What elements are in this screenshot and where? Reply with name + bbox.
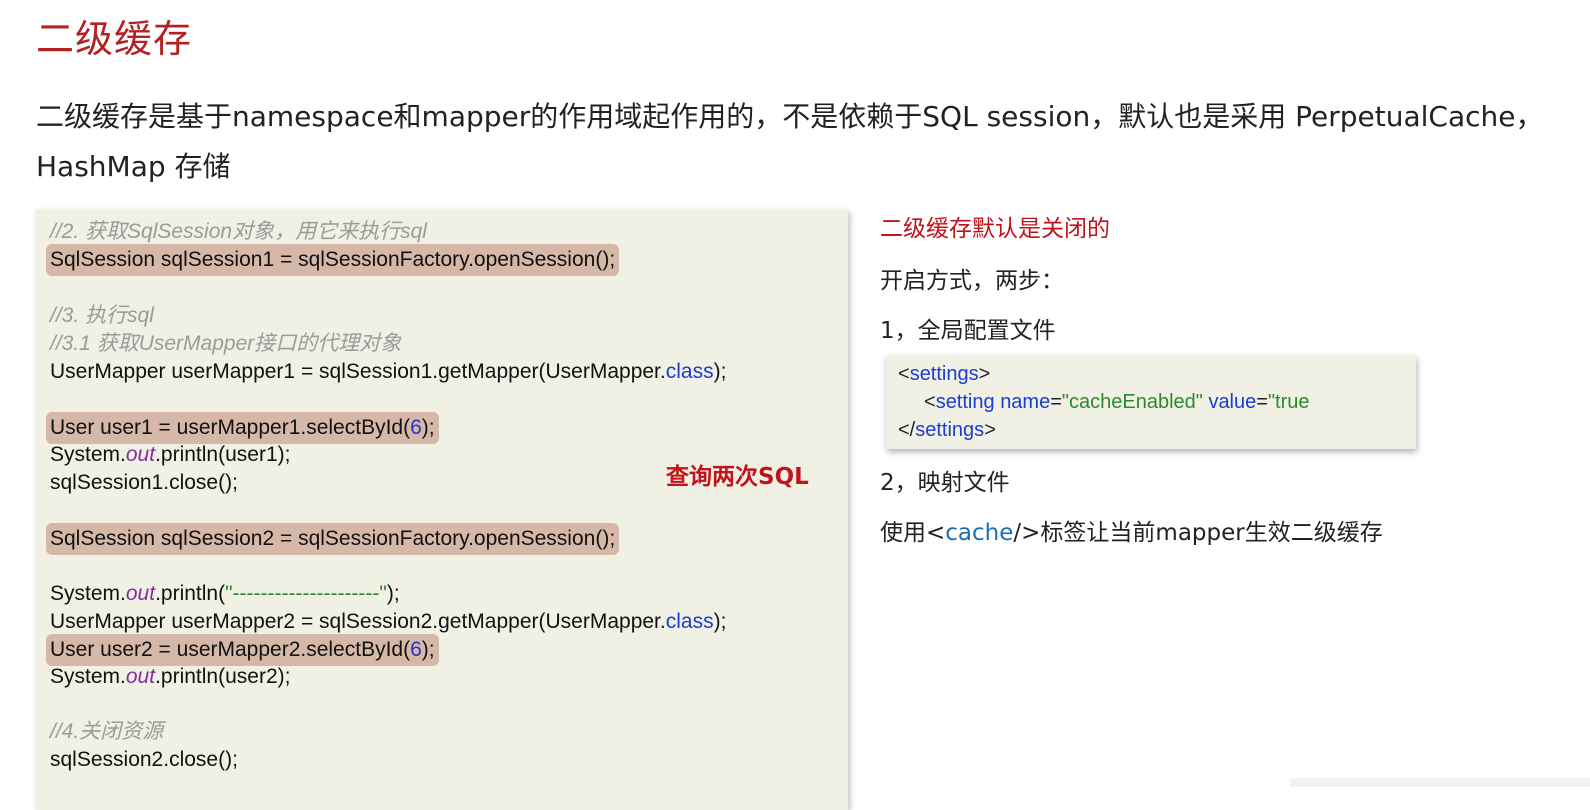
xml-equals: = (1256, 391, 1268, 413)
code-comment: //3.1 获取UserMapper接口的代理对象 (50, 332, 402, 355)
code-comment: //3. 执行sql (50, 304, 154, 327)
code-text: .println(user1); (155, 443, 291, 466)
code-text: ); (713, 360, 727, 383)
usage-suffix: />标签让当前mapper生效二级缓存 (1013, 520, 1383, 546)
code-keyword: class (665, 360, 714, 383)
code-comment: //4.关闭资源 (50, 720, 164, 743)
bottom-strip (1290, 778, 1590, 787)
code-text: UserMapper userMapper1 = sqlSession1.get… (50, 360, 666, 383)
code-text: User user2 = userMapper2.selectById( (50, 638, 411, 661)
section-heading: 二级缓存默认是关闭的 (880, 216, 1110, 242)
usage-text: 使用<cache/>标签让当前mapper生效二级缓存 (880, 513, 1383, 547)
code-comment: //2. 获取SqlSession对象，用它来执行sql (50, 220, 427, 243)
xml-attr: name (1000, 391, 1051, 413)
xml-attr: value (1208, 391, 1257, 413)
xml-value: "cacheEnabled" (1061, 391, 1203, 413)
code-number: 6 (410, 416, 422, 439)
code-line: sqlSession1.close(); (50, 471, 238, 494)
intro-text: 二级缓存是基于namespace和mapper的作用域起作用的，不是依赖于SQL… (36, 100, 1544, 183)
code-text: System. (50, 665, 126, 688)
code-string: "---------------------" (225, 582, 387, 605)
code-text: .println(user2); (155, 665, 291, 688)
code-line-highlighted: SqlSession sqlSession1 = sqlSessionFacto… (46, 244, 620, 276)
page-title: 二级缓存 (36, 17, 193, 61)
code-text: User user1 = userMapper1.selectById( (50, 416, 411, 439)
code-line: UserMapper userMapper1 = sqlSession1.get… (50, 358, 726, 386)
xml-bracket: < (924, 391, 936, 413)
xml-line: <setting name="cacheEnabled" value="true (924, 391, 1310, 414)
code-text: System. (50, 443, 126, 466)
xml-bracket: < (898, 363, 910, 385)
annotation-note: 查询两次SQL (666, 464, 809, 490)
xml-bracket: > (978, 363, 991, 385)
code-text: ); (713, 610, 727, 633)
code-keyword: out (125, 443, 156, 466)
code-line-highlighted: User user2 = userMapper2.selectById(6); (46, 634, 439, 666)
xml-equals: = (1050, 391, 1062, 413)
xml-value: "true (1267, 391, 1310, 413)
xml-tag: settings (915, 419, 985, 441)
code-line: System.out.println("--------------------… (50, 580, 400, 608)
code-text: ); (421, 638, 435, 661)
code-number: 6 (410, 638, 422, 661)
code-line-highlighted: SqlSession sqlSession2 = sqlSessionFacto… (46, 523, 620, 555)
code-line: System.out.println(user1); (50, 441, 290, 469)
step-one: 1，全局配置文件 (880, 318, 1056, 344)
step-intro: 开启方式，两步： (880, 268, 1064, 294)
code-line: UserMapper userMapper2 = sqlSession2.get… (50, 608, 726, 636)
code-text: UserMapper userMapper2 = sqlSession2.get… (50, 610, 666, 633)
step-two: 2，映射文件 (880, 470, 1010, 496)
xml-line: </settings> (898, 419, 996, 442)
code-panel: //2. 获取SqlSession对象，用它来执行sql SqlSession … (36, 210, 848, 810)
code-text: .println( (155, 582, 226, 605)
code-keyword: out (125, 582, 156, 605)
xml-snippet: <settings> <setting name="cacheEnabled" … (886, 355, 1416, 449)
code-keyword: class (665, 610, 714, 633)
code-line: sqlSession2.close(); (50, 748, 238, 771)
code-text: ); (386, 582, 400, 605)
xml-tag: setting (935, 391, 995, 413)
xml-tag: settings (909, 363, 979, 385)
usage-prefix: 使用< (880, 520, 946, 546)
code-line-highlighted: User user1 = userMapper1.selectById(6); (46, 412, 439, 444)
xml-line: <settings> (898, 363, 990, 386)
code-line: System.out.println(user2); (50, 663, 290, 691)
code-keyword: out (125, 665, 156, 688)
code-text: ); (421, 416, 435, 439)
usage-tag: cache (945, 520, 1014, 546)
xml-bracket: </ (898, 419, 916, 441)
code-text: System. (50, 582, 126, 605)
xml-bracket: > (984, 419, 996, 441)
